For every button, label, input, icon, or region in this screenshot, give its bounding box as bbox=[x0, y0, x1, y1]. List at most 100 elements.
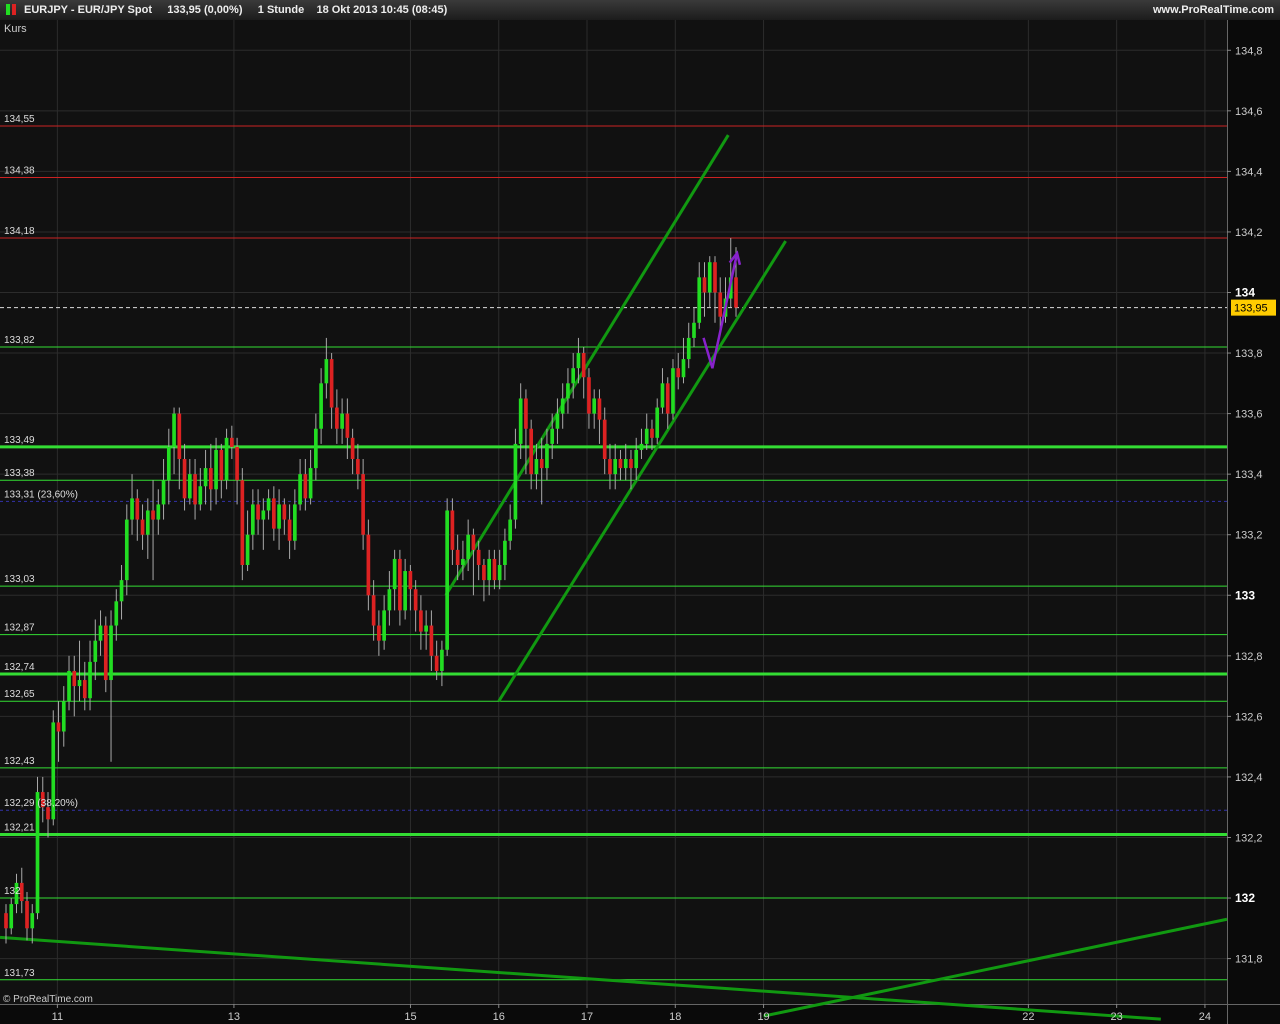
x-tick-label: 22 bbox=[1022, 1011, 1034, 1023]
candle-body bbox=[203, 468, 208, 487]
x-tick-label: 24 bbox=[1199, 1011, 1211, 1023]
candle-body bbox=[366, 534, 371, 596]
candle-body bbox=[214, 449, 218, 490]
candle-body bbox=[713, 262, 717, 293]
candle-body bbox=[88, 661, 92, 699]
level-label: 133,49 bbox=[4, 435, 35, 446]
candlestick-chart[interactable]: 134,55 134,38 134,18 133,82 133,49 133,38 133,… bbox=[0, 20, 1280, 1024]
candle-body bbox=[56, 722, 61, 732]
candle-body bbox=[4, 913, 8, 929]
candle-body bbox=[440, 649, 444, 671]
level-label: 134,38 bbox=[4, 165, 35, 176]
candle-body bbox=[130, 498, 134, 520]
candle-body bbox=[208, 468, 213, 490]
candle-body bbox=[103, 625, 108, 681]
candle-body bbox=[177, 413, 182, 460]
candle-body bbox=[261, 510, 266, 520]
y-tick-label: 134,8 bbox=[1235, 45, 1263, 57]
y-tick-label: 132,8 bbox=[1235, 651, 1263, 663]
candle-body bbox=[639, 443, 644, 450]
instrument-name: EUR/JPY Spot bbox=[77, 4, 152, 16]
x-tick-label: 18 bbox=[669, 1011, 681, 1023]
candle-body bbox=[403, 571, 407, 611]
candle-body bbox=[308, 468, 313, 499]
y-tick-label: 134,2 bbox=[1235, 227, 1263, 239]
candle-body bbox=[534, 459, 539, 475]
candle-body bbox=[487, 558, 492, 581]
level-label: 132,29 (38,20%) bbox=[4, 798, 78, 809]
candle-body bbox=[303, 474, 308, 499]
level-label: 134,18 bbox=[4, 226, 35, 237]
website-link[interactable]: www.ProRealTime.com bbox=[1153, 4, 1274, 16]
candle-down bbox=[240, 468, 245, 581]
candle-body bbox=[476, 549, 481, 565]
candle-body bbox=[245, 534, 250, 565]
candle-body bbox=[25, 901, 29, 929]
level-label: 133,38 bbox=[4, 468, 35, 479]
level-label: 132,43 bbox=[4, 756, 35, 767]
x-tick-label: 11 bbox=[52, 1011, 63, 1023]
timeframe: 1 Stunde bbox=[257, 4, 305, 16]
x-tick-label: 23 bbox=[1111, 1011, 1123, 1023]
candle-body bbox=[345, 413, 350, 438]
candle-body bbox=[718, 292, 723, 317]
candle-body bbox=[67, 670, 71, 702]
x-tick-label: 17 bbox=[581, 1011, 593, 1023]
candle-body bbox=[382, 610, 386, 641]
candle-body bbox=[413, 589, 418, 611]
candle-body bbox=[124, 519, 129, 581]
candle-body bbox=[665, 383, 670, 414]
candle-body bbox=[156, 504, 161, 520]
y-tick-label: 134,4 bbox=[1235, 166, 1263, 178]
y-tick-label: 132,6 bbox=[1235, 711, 1263, 723]
level-label: 132,65 bbox=[4, 689, 35, 700]
candle-body bbox=[571, 368, 576, 384]
candle-body bbox=[350, 437, 355, 460]
candle-body bbox=[172, 413, 176, 447]
candle-body bbox=[644, 428, 649, 444]
candle-body bbox=[314, 428, 318, 469]
candle-body bbox=[429, 625, 434, 656]
candle-body bbox=[608, 459, 612, 475]
y-tick-label: 133,8 bbox=[1235, 348, 1263, 360]
candle-body bbox=[361, 474, 365, 535]
candle-body bbox=[419, 610, 423, 632]
candle-body bbox=[613, 459, 618, 475]
level-label: 133,82 bbox=[4, 335, 35, 346]
candle-up bbox=[224, 428, 229, 490]
level-label: 131,73 bbox=[4, 968, 35, 979]
candle-body bbox=[240, 480, 245, 565]
candle-body bbox=[597, 398, 602, 420]
candle-body bbox=[119, 580, 124, 602]
candle-body bbox=[660, 383, 665, 408]
candle-body bbox=[9, 904, 14, 929]
candle-body bbox=[161, 480, 166, 505]
x-tick-label: 19 bbox=[757, 1011, 769, 1023]
candle-body bbox=[587, 377, 591, 414]
candle-body bbox=[166, 446, 171, 481]
candle-body bbox=[324, 359, 329, 384]
y-tick-label: 132,2 bbox=[1235, 832, 1263, 844]
candle-body bbox=[35, 792, 40, 914]
last-price: 133,95 (0,00%) bbox=[167, 4, 243, 16]
candle-up bbox=[671, 359, 675, 420]
x-tick-label: 15 bbox=[404, 1011, 416, 1023]
plot-background bbox=[0, 20, 1227, 1004]
candle-body bbox=[492, 558, 497, 581]
candle-body bbox=[466, 534, 470, 559]
candle-body bbox=[377, 625, 381, 641]
candle-body bbox=[109, 625, 113, 681]
candle-body bbox=[187, 474, 192, 499]
candle-body bbox=[497, 564, 502, 581]
candle-body bbox=[61, 701, 66, 732]
candle-body bbox=[581, 353, 586, 378]
candle-body bbox=[671, 368, 675, 414]
red-flag-icon bbox=[12, 4, 16, 15]
candle-body bbox=[560, 398, 565, 414]
candle-body bbox=[145, 510, 150, 535]
candle-body bbox=[392, 558, 397, 590]
candle-body bbox=[434, 655, 439, 671]
candle-body bbox=[471, 534, 476, 550]
candle-body bbox=[450, 510, 455, 550]
candle-body bbox=[623, 459, 628, 469]
